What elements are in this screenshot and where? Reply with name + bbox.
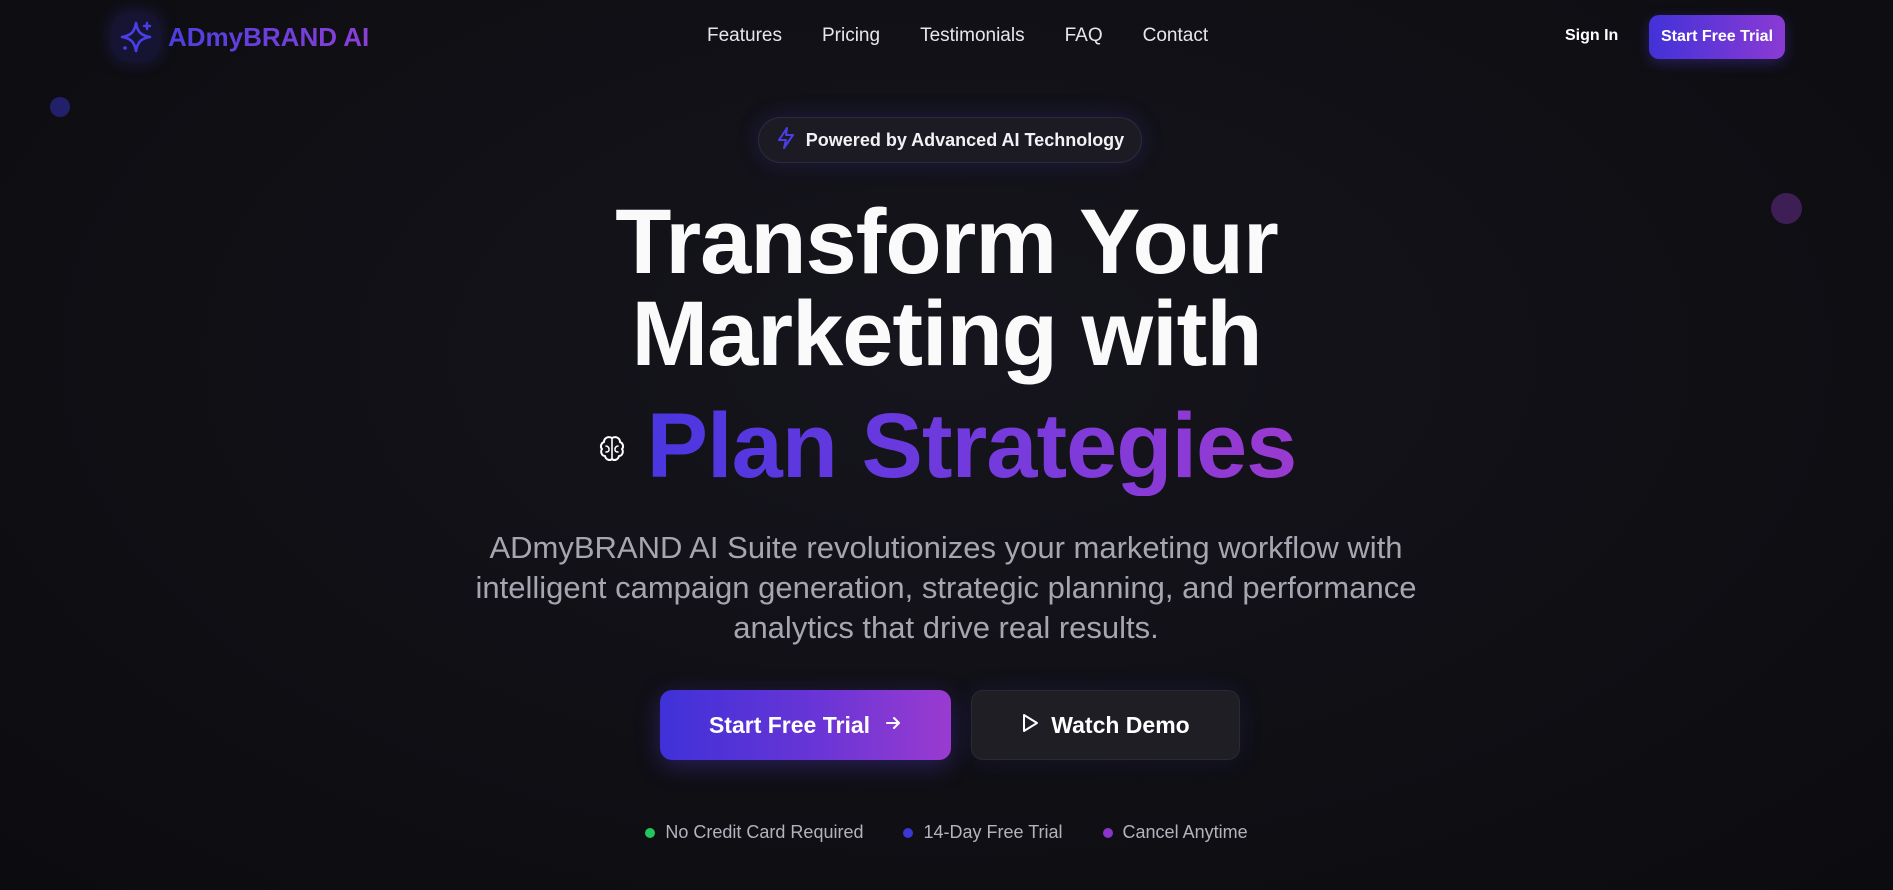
nav-link-testimonials[interactable]: Testimonials [920,25,1025,47]
nav-link-contact[interactable]: Contact [1143,25,1208,47]
play-icon [1021,713,1039,738]
decorative-dot [50,97,70,117]
lightning-icon [776,126,796,154]
rotating-headline: Plan Strategies [0,396,1893,496]
arrow-right-icon [884,714,902,737]
headline-line-1: Transform Your [615,191,1279,293]
start-free-trial-label: Start Free Trial [708,711,871,738]
status-dot [645,827,656,838]
nav-link-pricing[interactable]: Pricing [822,25,880,47]
nav-link-features[interactable]: Features [707,25,782,47]
brand-name: ADmyBRAND AI [168,21,370,52]
sparkle-icon [114,15,158,59]
perk-item: No Credit Card Required [645,822,863,843]
hero-subtitle: ADmyBRAND AI Suite revolutionizes your m… [475,530,1417,645]
watch-demo-button[interactable]: Watch Demo [971,690,1240,760]
top-nav: ADmyBRAND AI Features Pricing Testimonia… [0,0,1893,75]
status-dot [1102,827,1113,838]
rotating-text: Plan Strategies [646,395,1298,497]
status-dot [903,827,914,838]
perk-label: 14-Day Free Trial [923,822,1063,842]
badge-text: Powered by Advanced AI Technology [805,129,1125,150]
headline-line-2: Marketing with [631,283,1262,385]
start-free-trial-button[interactable]: Start Free Trial [660,690,951,760]
nav-links: Features Pricing Testimonials FAQ Contac… [707,25,1208,47]
watch-demo-label: Watch Demo [1051,711,1190,738]
brand-logo[interactable]: ADmyBRAND AI [114,15,369,59]
sign-in-button[interactable]: Sign In [1565,27,1618,45]
hero-badge: Powered by Advanced AI Technology [758,117,1142,163]
perk-label: No Credit Card Required [665,822,864,842]
nav-link-faq[interactable]: FAQ [1065,25,1103,47]
hero-headline: Transform Your Marketing with [0,196,1893,380]
perk-label: Cancel Anytime [1122,822,1248,842]
brain-icon [597,434,627,464]
landing-page: ADmyBRAND AI Features Pricing Testimonia… [0,0,1893,890]
nav-start-trial-button[interactable]: Start Free Trial [1649,15,1785,59]
perk-item: Cancel Anytime [1102,822,1248,843]
perk-item: 14-Day Free Trial [903,822,1063,843]
perks-list: No Credit Card Required 14-Day Free Tria… [0,822,1893,843]
